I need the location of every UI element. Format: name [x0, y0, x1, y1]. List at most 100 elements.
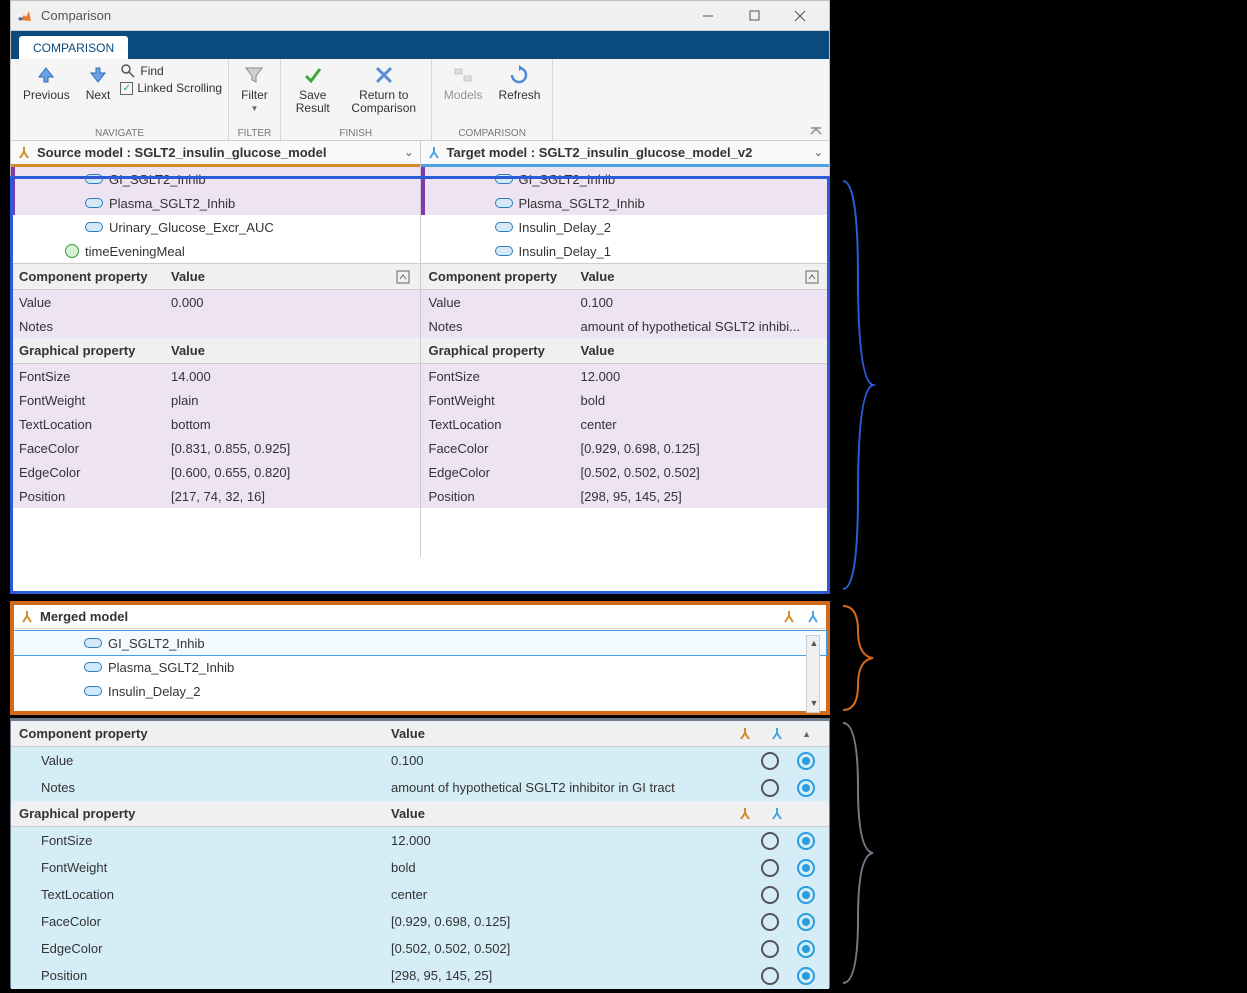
maximize-button[interactable]: [731, 2, 777, 30]
find-button[interactable]: Find: [120, 63, 222, 79]
prop-row[interactable]: Position [298, 95, 145, 25]: [421, 484, 830, 508]
source-tree[interactable]: GI_SGLT2_Inhib Plasma_SGLT2_Inhib Urinar…: [11, 167, 420, 263]
prop-value: [0.831, 0.855, 0.925]: [171, 441, 420, 456]
models-button[interactable]: Models: [438, 61, 489, 104]
linked-scrolling-checkbox[interactable]: ✓ Linked Scrolling: [120, 81, 222, 95]
collapse-icon[interactable]: [396, 270, 420, 284]
prop-value: 14.000: [171, 369, 420, 384]
next-button[interactable]: Next: [80, 61, 117, 104]
merged-properties-panel: Component property Value ▲ Value 0.100 N…: [10, 718, 830, 988]
close-button[interactable]: [777, 2, 823, 30]
merged-item[interactable]: Plasma_SGLT2_Inhib: [14, 655, 826, 679]
source-radio[interactable]: [761, 779, 779, 797]
prop-row[interactable]: Value 0.000: [11, 290, 420, 314]
prop-row[interactable]: FontWeight plain: [11, 388, 420, 412]
prop-row[interactable]: TextLocation center: [421, 412, 830, 436]
prop-row[interactable]: FaceColor [0.831, 0.855, 0.925]: [11, 436, 420, 460]
prop-row[interactable]: EdgeColor [0.502, 0.502, 0.502]: [421, 460, 830, 484]
merged-prop-row[interactable]: TextLocation center: [11, 881, 829, 908]
merged-prop-row[interactable]: EdgeColor [0.502, 0.502, 0.502]: [11, 935, 829, 962]
prop-row[interactable]: Position [217, 74, 32, 16]: [11, 484, 420, 508]
source-radio[interactable]: [761, 886, 779, 904]
merged-panel: Merged model GI_SGLT2_Inhib Plasma_SGLT2…: [10, 601, 830, 715]
previous-button[interactable]: Previous: [17, 61, 76, 104]
target-fork-icon[interactable]: [770, 727, 784, 741]
group-navigate-label: NAVIGATE: [17, 128, 222, 140]
tree-item[interactable]: Urinary_Glucose_Excr_AUC: [11, 215, 420, 239]
target-radio[interactable]: [797, 779, 815, 797]
tree-item[interactable]: Plasma_SGLT2_Inhib: [11, 191, 420, 215]
tree-item[interactable]: Plasma_SGLT2_Inhib: [421, 191, 830, 215]
target-radio[interactable]: [797, 913, 815, 931]
prop-row[interactable]: FaceColor [0.929, 0.698, 0.125]: [421, 436, 830, 460]
target-radio[interactable]: [797, 940, 815, 958]
merged-item[interactable]: GI_SGLT2_Inhib: [14, 631, 826, 655]
prop-row[interactable]: Notes amount of hypothetical SGLT2 inhib…: [421, 314, 830, 338]
tree-item[interactable]: Insulin_Delay_1: [421, 239, 830, 263]
target-fork-icon[interactable]: [770, 807, 784, 821]
source-radio[interactable]: [761, 752, 779, 770]
target-radio[interactable]: [797, 752, 815, 770]
merged-tree[interactable]: GI_SGLT2_Inhib Plasma_SGLT2_Inhib Insuli…: [14, 629, 826, 705]
refresh-button[interactable]: Refresh: [492, 61, 546, 104]
merged-prop-row[interactable]: Value 0.100: [11, 747, 829, 774]
prop-name: EdgeColor: [11, 465, 171, 480]
prop-row[interactable]: Notes: [11, 314, 420, 338]
merged-prop-row[interactable]: Notes amount of hypothetical SGLT2 inhib…: [11, 774, 829, 801]
species-icon: [85, 174, 103, 184]
tree-item[interactable]: Insulin_Delay_2: [421, 215, 830, 239]
compare-pane: Source model : SGLT2_insulin_glucose_mod…: [11, 141, 829, 557]
target-radio[interactable]: [797, 832, 815, 850]
prop-name: Position: [421, 489, 581, 504]
tree-item-label: GI_SGLT2_Inhib: [109, 172, 206, 187]
merged-prop-row[interactable]: FontWeight bold: [11, 854, 829, 881]
source-fork-icon[interactable]: [738, 807, 752, 821]
tree-item[interactable]: timeEveningMeal: [11, 239, 420, 263]
tree-item[interactable]: GI_SGLT2_Inhib: [421, 167, 830, 191]
ribbon-collapse-button[interactable]: [803, 126, 829, 140]
save-result-button[interactable]: Save Result: [287, 61, 339, 117]
hdr-comp-prop: Component property: [11, 269, 171, 284]
chevron-down-icon: ⌄: [404, 146, 413, 159]
prop-name: Notes: [421, 319, 581, 334]
prop-row[interactable]: EdgeColor [0.600, 0.655, 0.820]: [11, 460, 420, 484]
scrollbar[interactable]: ▲ ▼: [806, 635, 820, 713]
target-fork-icon[interactable]: [806, 610, 820, 624]
target-radio[interactable]: [797, 859, 815, 877]
sort-arrow-icon[interactable]: ▲: [802, 729, 811, 739]
target-header[interactable]: Target model : SGLT2_insulin_glucose_mod…: [421, 141, 830, 167]
prop-name: Notes: [11, 780, 391, 795]
prop-row[interactable]: FontSize 12.000: [421, 364, 830, 388]
collapse-icon[interactable]: [805, 270, 829, 284]
merged-prop-row[interactable]: Position [298, 95, 145, 25]: [11, 962, 829, 989]
merged-prop-row[interactable]: FaceColor [0.929, 0.698, 0.125]: [11, 908, 829, 935]
prop-value: 0.100: [391, 753, 761, 768]
source-radio[interactable]: [761, 859, 779, 877]
tree-item-label: Plasma_SGLT2_Inhib: [519, 196, 645, 211]
prop-name: FontSize: [11, 833, 391, 848]
prop-row[interactable]: Value 0.100: [421, 290, 830, 314]
source-fork-icon[interactable]: [738, 727, 752, 741]
merged-prop-row[interactable]: FontSize 12.000: [11, 827, 829, 854]
source-radio[interactable]: [761, 967, 779, 985]
return-to-comparison-button[interactable]: Return to Comparison: [343, 61, 425, 117]
prop-row[interactable]: TextLocation bottom: [11, 412, 420, 436]
prop-value: 12.000: [581, 369, 830, 384]
target-tree[interactable]: GI_SGLT2_Inhib Plasma_SGLT2_Inhib Insuli…: [421, 167, 830, 263]
merged-item[interactable]: Insulin_Delay_2: [14, 679, 826, 703]
prop-row[interactable]: FontSize 14.000: [11, 364, 420, 388]
source-radio[interactable]: [761, 832, 779, 850]
models-icon: [451, 63, 475, 87]
source-radio[interactable]: [761, 940, 779, 958]
filter-button[interactable]: Filter ▼: [235, 61, 274, 115]
source-radio[interactable]: [761, 913, 779, 931]
tree-item[interactable]: GI_SGLT2_Inhib: [11, 167, 420, 191]
target-radio[interactable]: [797, 886, 815, 904]
source-fork-icon[interactable]: [782, 610, 796, 624]
target-radio[interactable]: [797, 967, 815, 985]
source-header[interactable]: Source model : SGLT2_insulin_glucose_mod…: [11, 141, 420, 167]
prop-row[interactable]: FontWeight bold: [421, 388, 830, 412]
minimize-button[interactable]: [685, 2, 731, 30]
tab-comparison[interactable]: COMPARISON: [19, 36, 128, 59]
prop-name: FontSize: [421, 369, 581, 384]
